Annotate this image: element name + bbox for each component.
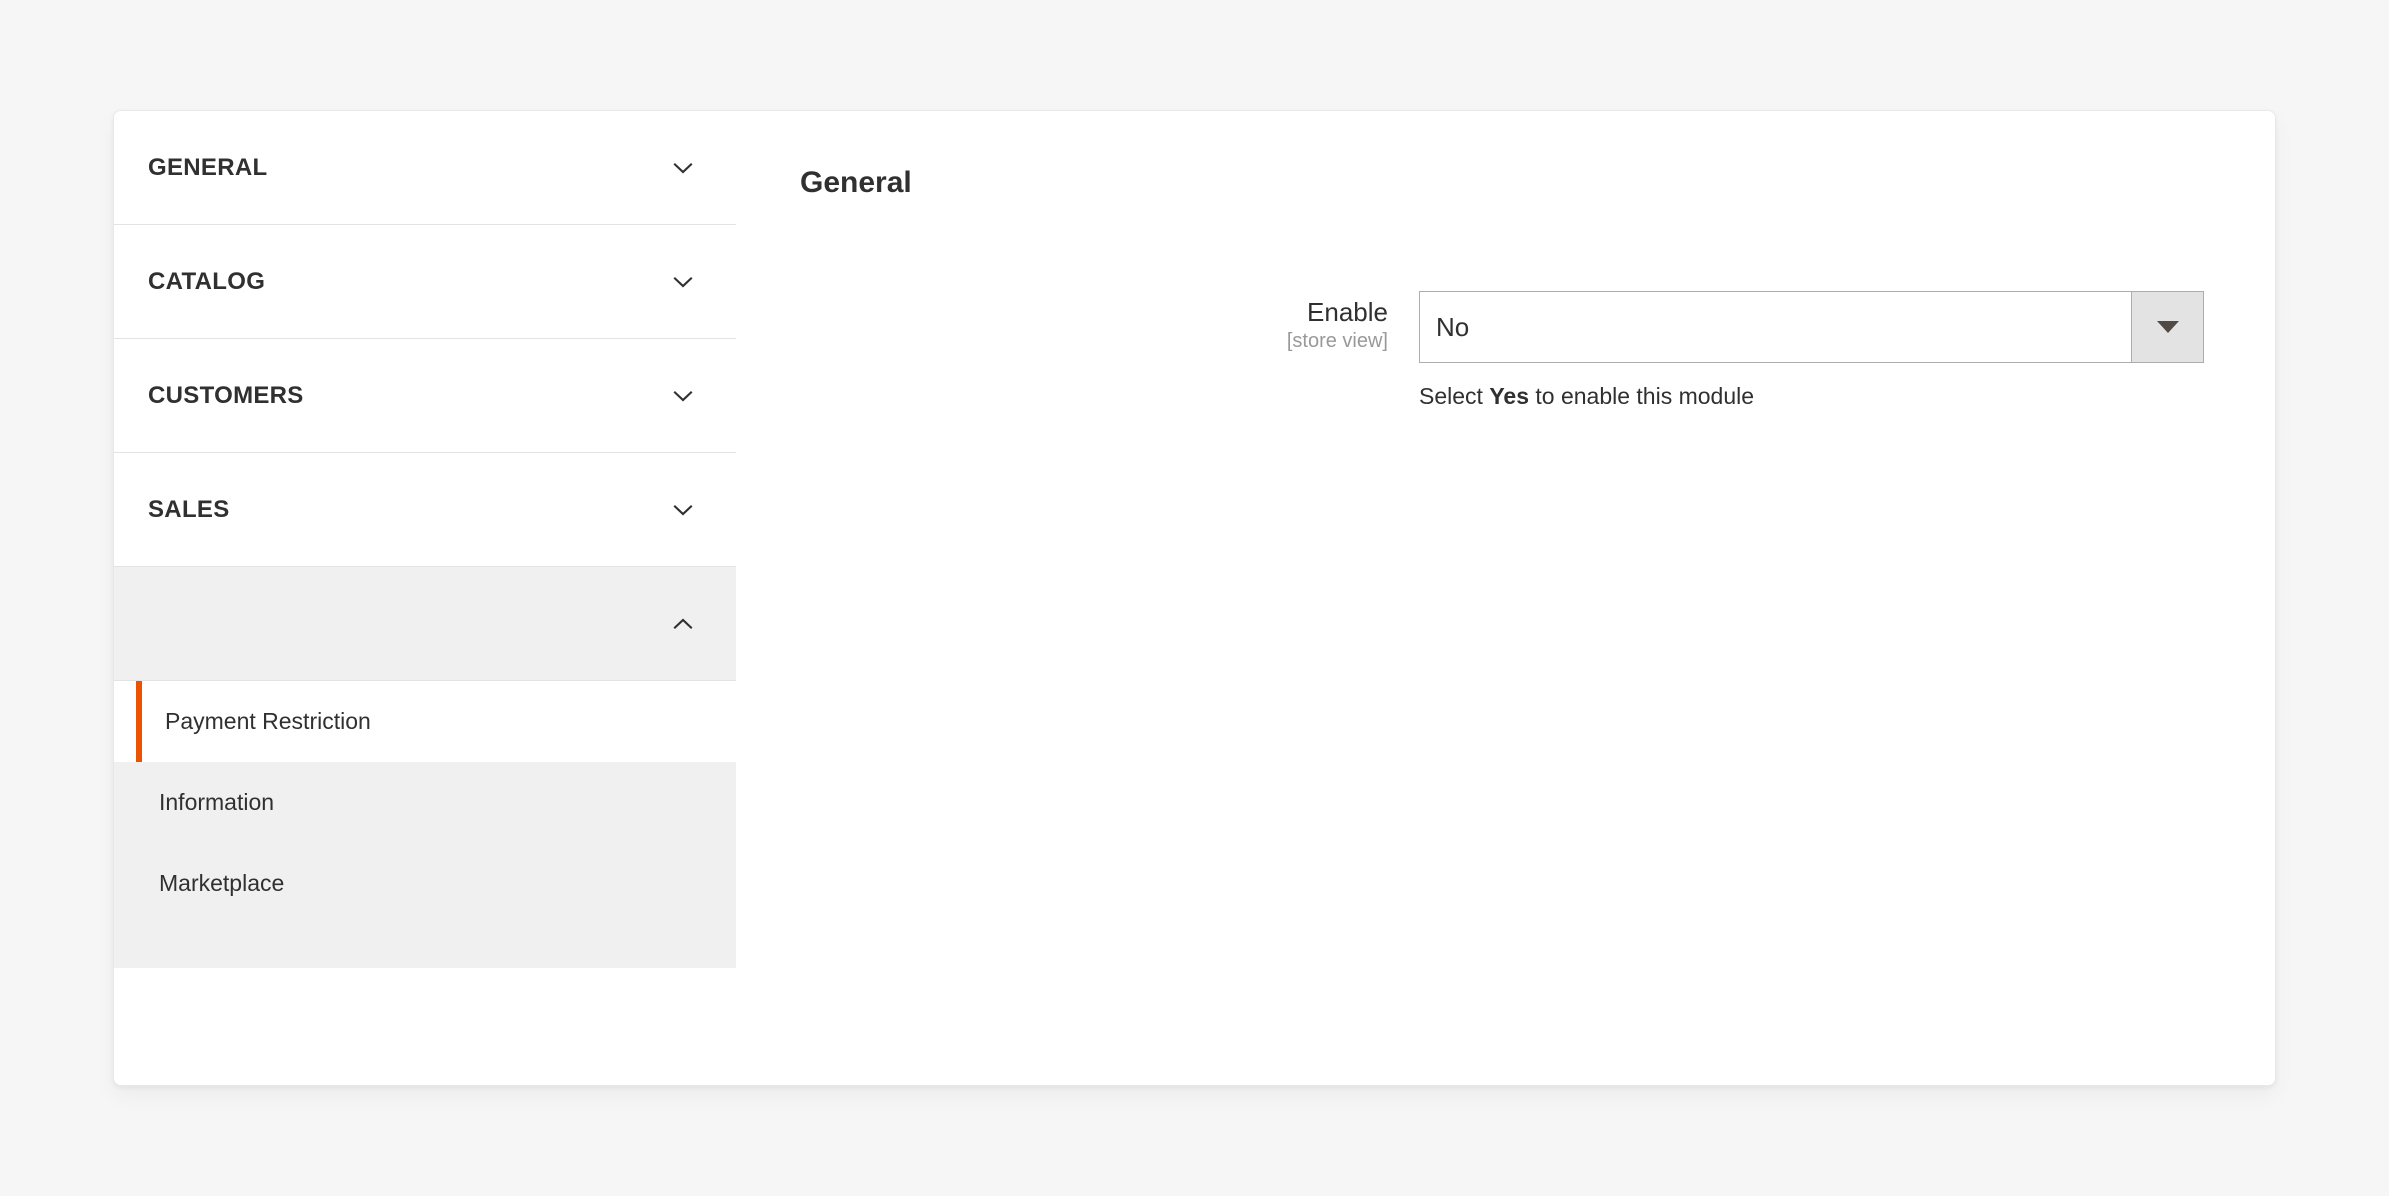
sidebar-section-customers: CUSTOMERS: [114, 339, 736, 453]
sidebar-section-label: SALES: [148, 495, 230, 523]
sidebar-section-general: GENERAL: [114, 111, 736, 225]
sidebar-item-marketplace[interactable]: Marketplace: [114, 843, 736, 924]
sidebar-section-sales: SALES: [114, 453, 736, 567]
sidebar-section-label: GENERAL: [148, 153, 268, 181]
sidebar-item-payment-restriction[interactable]: Payment Restriction: [114, 681, 736, 762]
config-content: General Enable [store view] No Select Ye…: [736, 111, 2275, 1085]
sidebar-section-header-general[interactable]: GENERAL: [114, 111, 736, 224]
chevron-up-icon[interactable]: [670, 611, 696, 637]
chevron-down-icon[interactable]: [670, 497, 696, 523]
sidebar-section-header-catalog[interactable]: CATALOG: [114, 225, 736, 338]
enable-select-value[interactable]: No: [1420, 292, 2131, 362]
sidebar-section-expanded: [114, 567, 736, 681]
field-label-wrapper: Enable [store view]: [800, 291, 1419, 353]
chevron-down-icon[interactable]: [670, 155, 696, 181]
enable-field-note: Select Yes to enable this module: [1419, 383, 2215, 411]
sidebar-section-header-customers[interactable]: CUSTOMERS: [114, 339, 736, 452]
config-card: GENERAL CATALOG CUSTOMERS SALES Payment …: [113, 110, 2276, 1086]
config-sidebar: GENERAL CATALOG CUSTOMERS SALES Payment …: [114, 111, 736, 1085]
chevron-down-icon[interactable]: [670, 383, 696, 409]
note-strong: Yes: [1489, 383, 1529, 409]
sidebar-section-header-expanded[interactable]: [114, 567, 736, 680]
enable-field-label: Enable: [1307, 297, 1388, 327]
caret-down-icon[interactable]: [2131, 292, 2203, 362]
sidebar-item-label: Information: [159, 789, 275, 815]
enable-field-scope: [store view]: [1286, 329, 1388, 352]
page-title: General: [800, 166, 912, 199]
sidebar-section-label: CATALOG: [148, 267, 266, 295]
sidebar-section-header-sales[interactable]: SALES: [114, 453, 736, 566]
enable-select[interactable]: No: [1419, 291, 2204, 363]
caret-shape: [2156, 321, 2179, 333]
field-control-wrapper: No Select Yes to enable this module: [1419, 291, 2215, 411]
note-prefix: Select: [1419, 383, 1490, 409]
sidebar-section-catalog: CATALOG: [114, 225, 736, 339]
chevron-down-icon[interactable]: [670, 269, 696, 295]
note-suffix: to enable this module: [1528, 383, 1755, 409]
sidebar-item-label: Payment Restriction: [165, 708, 371, 734]
sidebar-sub-list: Payment Restriction Information Marketpl…: [114, 681, 736, 968]
sidebar-item-information[interactable]: Information: [114, 762, 736, 843]
field-row-enable: Enable [store view] No Select Yes to ena…: [800, 291, 2215, 411]
active-accent-bar: [136, 681, 142, 762]
sidebar-section-label: CUSTOMERS: [148, 381, 304, 409]
sidebar-item-label: Marketplace: [159, 870, 285, 896]
